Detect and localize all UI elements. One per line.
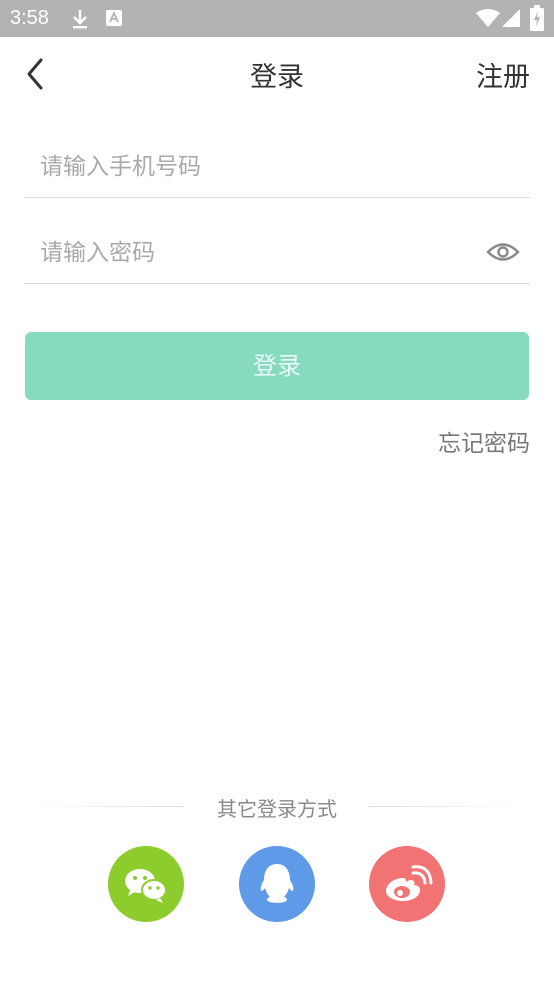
- password-input[interactable]: [38, 223, 482, 283]
- battery-charging-icon: [530, 5, 544, 31]
- divider-right: [369, 806, 522, 807]
- signal-icon: [502, 9, 520, 27]
- forgot-password-link[interactable]: 忘记密码: [438, 424, 530, 458]
- phone-field: [24, 137, 530, 198]
- download-icon: [73, 10, 87, 29]
- login-button[interactable]: 登录: [25, 332, 529, 400]
- qq-login-button[interactable]: [239, 846, 315, 922]
- status-bar: 3:58: [0, 0, 554, 37]
- other-login-title: 其它登录方式: [217, 797, 337, 821]
- keyboard-a-icon: [106, 10, 122, 26]
- wifi-icon: [476, 9, 500, 27]
- weibo-icon: [386, 865, 433, 901]
- eye-icon[interactable]: [486, 239, 520, 265]
- phone-input[interactable]: [38, 137, 482, 197]
- wechat-icon: [125, 869, 167, 903]
- page-title: 登录: [250, 62, 304, 93]
- wechat-login-button[interactable]: [108, 846, 184, 922]
- login-button-label: 登录: [253, 352, 301, 380]
- password-field: [24, 223, 530, 284]
- qq-icon: [260, 864, 294, 903]
- weibo-login-button[interactable]: [369, 846, 445, 922]
- status-time: 3:58: [10, 7, 49, 29]
- register-link[interactable]: 注册: [476, 55, 530, 94]
- header-bar: 登录 注册: [0, 37, 554, 111]
